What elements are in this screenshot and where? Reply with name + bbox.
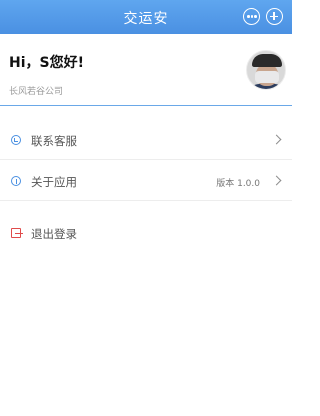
info-icon-stem xyxy=(15,178,17,184)
menu-item-about-app[interactable]: 关于应用 版本 1.0.0 xyxy=(0,161,292,201)
dot xyxy=(250,15,254,18)
more-options-button[interactable] xyxy=(243,8,260,25)
chevron-right-icon xyxy=(271,134,282,145)
title-bar: 交运安 xyxy=(0,0,292,34)
logout-icon xyxy=(11,228,23,238)
company-name: 长风若谷公司 xyxy=(9,87,64,97)
customer-service-icon xyxy=(11,135,21,145)
info-icon xyxy=(11,176,21,186)
add-button[interactable] xyxy=(266,8,283,25)
dot xyxy=(254,15,257,18)
avatar[interactable] xyxy=(246,50,286,90)
logout-arrow xyxy=(15,232,23,234)
menu-item-label: 退出登录 xyxy=(31,227,77,241)
dot xyxy=(247,15,250,18)
user-greeting: Hi，S您好! xyxy=(9,55,84,71)
menu-item-contact-service[interactable]: 联系客服 xyxy=(0,120,292,160)
menu-item-label: 联系客服 xyxy=(31,134,77,148)
chevron-right-icon xyxy=(271,175,282,186)
app-version: 版本 1.0.0 xyxy=(216,179,260,189)
menu-item-logout[interactable]: 退出登录 xyxy=(0,213,292,253)
avatar-mask xyxy=(255,71,279,83)
plus-icon-v xyxy=(273,12,275,20)
avatar-hat xyxy=(252,54,282,67)
menu-item-label: 关于应用 xyxy=(31,175,77,189)
